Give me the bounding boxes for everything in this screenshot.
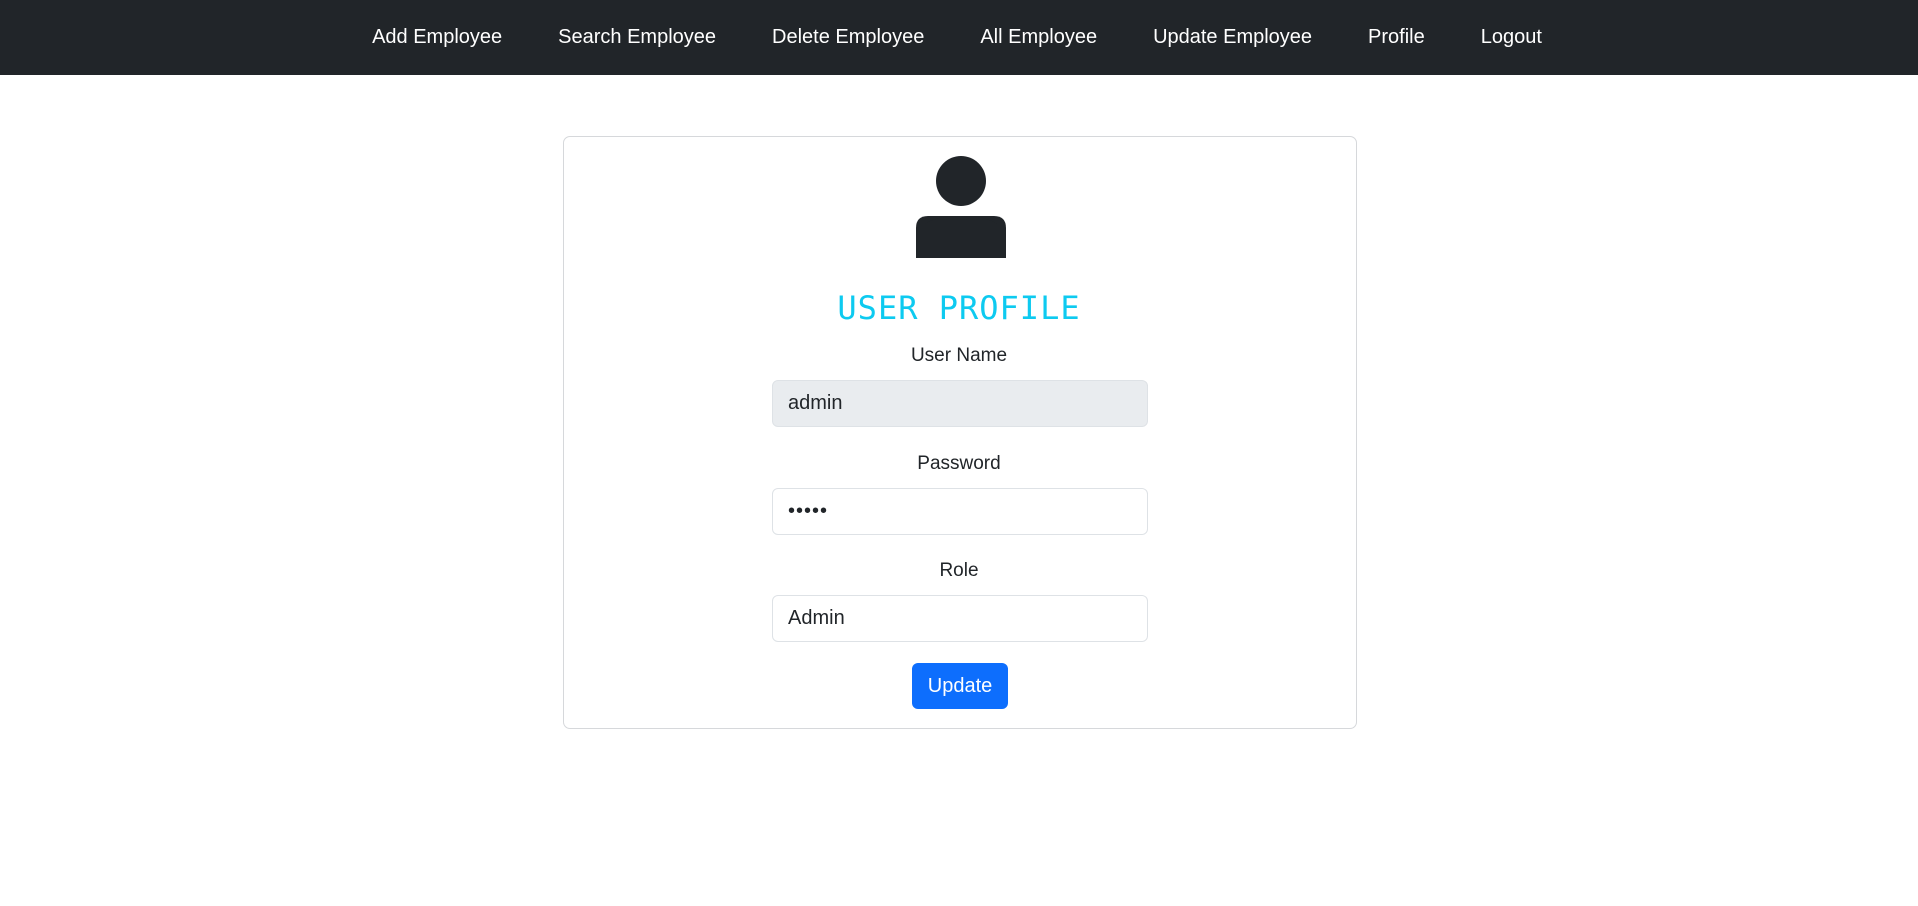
password-label: Password [917, 453, 1001, 474]
top-navbar: Add Employee Search Employee Delete Empl… [0, 0, 1918, 75]
role-label: Role [939, 560, 979, 581]
nav-all-employee[interactable]: All Employee [952, 26, 1125, 48]
nav-delete-employee[interactable]: Delete Employee [744, 26, 952, 48]
update-button[interactable]: Update [912, 663, 1008, 709]
role-field[interactable] [772, 595, 1148, 642]
nav-search-employee[interactable]: Search Employee [530, 26, 744, 48]
user-icon [916, 156, 1006, 258]
username-field[interactable] [772, 380, 1148, 427]
nav-add-employee[interactable]: Add Employee [344, 26, 530, 48]
nav-update-employee[interactable]: Update Employee [1125, 26, 1340, 48]
page-title: USER PROFILE [837, 289, 1081, 327]
password-field[interactable] [772, 488, 1148, 535]
nav-menu: Add Employee Search Employee Delete Empl… [344, 0, 1570, 75]
nav-logout[interactable]: Logout [1453, 26, 1570, 48]
nav-profile[interactable]: Profile [1340, 26, 1453, 48]
username-label: User Name [910, 345, 1008, 366]
